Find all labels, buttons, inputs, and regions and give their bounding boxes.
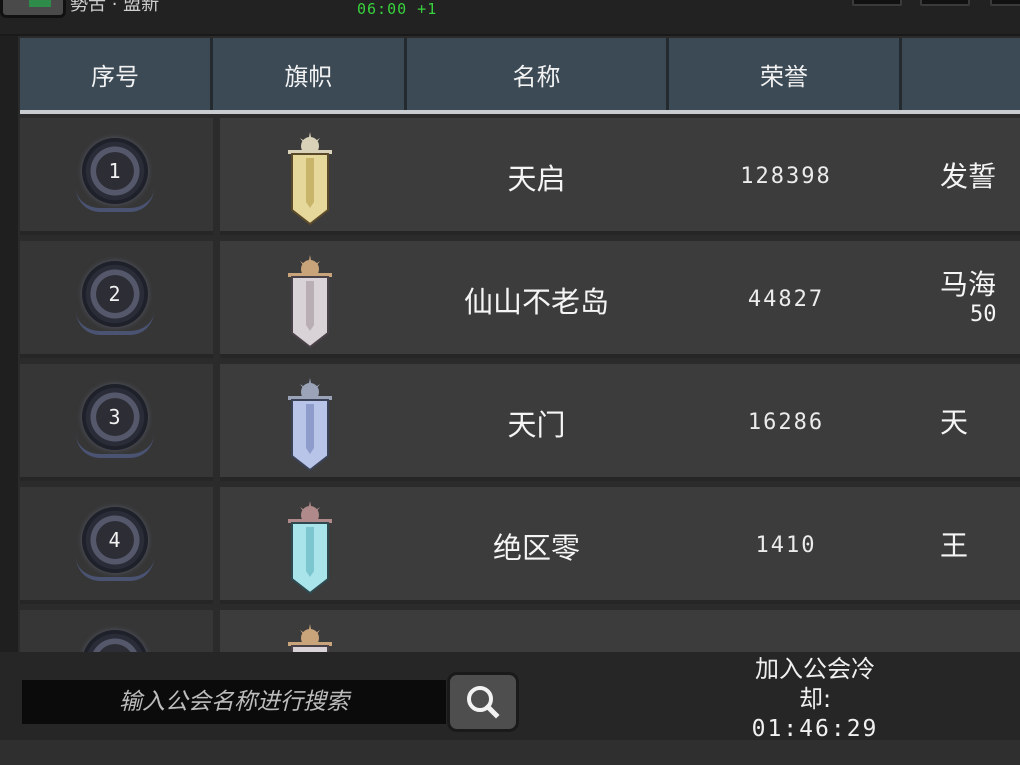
- guild-leader-name: 天: [940, 405, 969, 439]
- top-button-3[interactable]: [990, 0, 1020, 6]
- left-edge: [0, 36, 18, 656]
- guild-leader: 天: [940, 364, 1020, 481]
- guild-leader-name: 王: [940, 528, 969, 562]
- rank-number: 4: [108, 527, 121, 552]
- rank-medal-icon: 4: [74, 501, 160, 587]
- guild-name: 天门: [507, 407, 566, 442]
- rank-cell: [20, 610, 213, 652]
- header-rank: 序号: [20, 38, 213, 110]
- guild-leader: 王: [940, 487, 1020, 604]
- guild-banner-icon: [288, 501, 332, 595]
- table-row[interactable]: [20, 610, 1020, 652]
- bottom-band: [0, 740, 1020, 765]
- rank-number: 2: [108, 281, 121, 306]
- table-row[interactable]: 2 仙山不老岛 44827 马海 50: [20, 241, 1020, 358]
- top-left-text: 勢舌 · 盟新: [70, 0, 160, 15]
- table-row[interactable]: 1 天启 128398 发誓: [20, 118, 1020, 235]
- guild-ranking-screen: 勢舌 · 盟新 06:00 +1 序号 旗帜 名称 荣誉 1 天启 128398…: [0, 0, 1020, 765]
- header-name: 名称: [407, 38, 669, 110]
- search-button[interactable]: [447, 672, 519, 732]
- rank-cell: 3: [20, 364, 213, 481]
- rank-cell: 2: [20, 241, 213, 358]
- guild-honor: 1410: [755, 533, 817, 558]
- table-row[interactable]: 4 绝区零 1410 王: [20, 487, 1020, 604]
- search-icon: [467, 686, 500, 719]
- rank-medal-icon: 3: [74, 378, 160, 464]
- rank-medal-icon: 1: [74, 132, 160, 218]
- rank-medal-icon: [74, 624, 160, 652]
- guild-leader-sub: 50: [970, 301, 997, 327]
- bottom-bar: 加入公会冷 却: 01:46:29: [0, 652, 1020, 765]
- table-row[interactable]: 3 天门 16286 天: [20, 364, 1020, 481]
- guild-name: 天启: [507, 161, 566, 196]
- guild-name: 绝区零: [492, 530, 580, 565]
- rank-cell: 4: [20, 487, 213, 604]
- guild-honor: 16286: [747, 410, 825, 435]
- header-banner: 旗帜: [213, 38, 407, 110]
- header-divider: [20, 110, 1020, 114]
- table-header: 序号 旗帜 名称 荣誉: [20, 38, 1020, 110]
- guild-leader-name: 马海: [940, 267, 997, 301]
- top-button-1[interactable]: [852, 0, 902, 6]
- guild-honor: 128398: [740, 164, 832, 189]
- rank-number: 3: [108, 404, 121, 429]
- guild-banner-icon: [288, 132, 332, 226]
- cooldown-label-line2: 却:: [798, 685, 832, 713]
- header-leader: [902, 38, 1020, 110]
- guild-honor: 44827: [747, 287, 825, 312]
- rank-cell: 1: [20, 118, 213, 235]
- energy-timer: 06:00 +1: [357, 0, 438, 18]
- player-badge-icon[interactable]: [0, 0, 66, 18]
- guild-leader: 发誓: [940, 118, 1020, 235]
- rank-number: 1: [108, 158, 121, 183]
- guild-banner-icon: [288, 378, 332, 472]
- join-cooldown: 加入公会冷 却: 01:46:29: [730, 654, 900, 744]
- top-button-2[interactable]: [920, 0, 970, 6]
- header-honor: 荣誉: [669, 38, 902, 110]
- guild-leader: 马海 50: [940, 241, 1020, 358]
- guild-leader-name: 发誓: [940, 159, 997, 193]
- guild-banner-icon: [288, 255, 332, 349]
- guild-banner-icon: [288, 624, 332, 652]
- guild-search-input[interactable]: [22, 680, 446, 724]
- guild-name: 仙山不老岛: [463, 284, 609, 319]
- rank-medal-icon: 2: [74, 255, 160, 341]
- guild-list[interactable]: 1 天启 128398 发誓 2 仙山不老岛 44827 马海 50 3 天门 …: [20, 118, 1020, 652]
- cooldown-label-line1: 加入公会冷: [755, 655, 875, 683]
- top-bar: 勢舌 · 盟新 06:00 +1: [0, 0, 1020, 36]
